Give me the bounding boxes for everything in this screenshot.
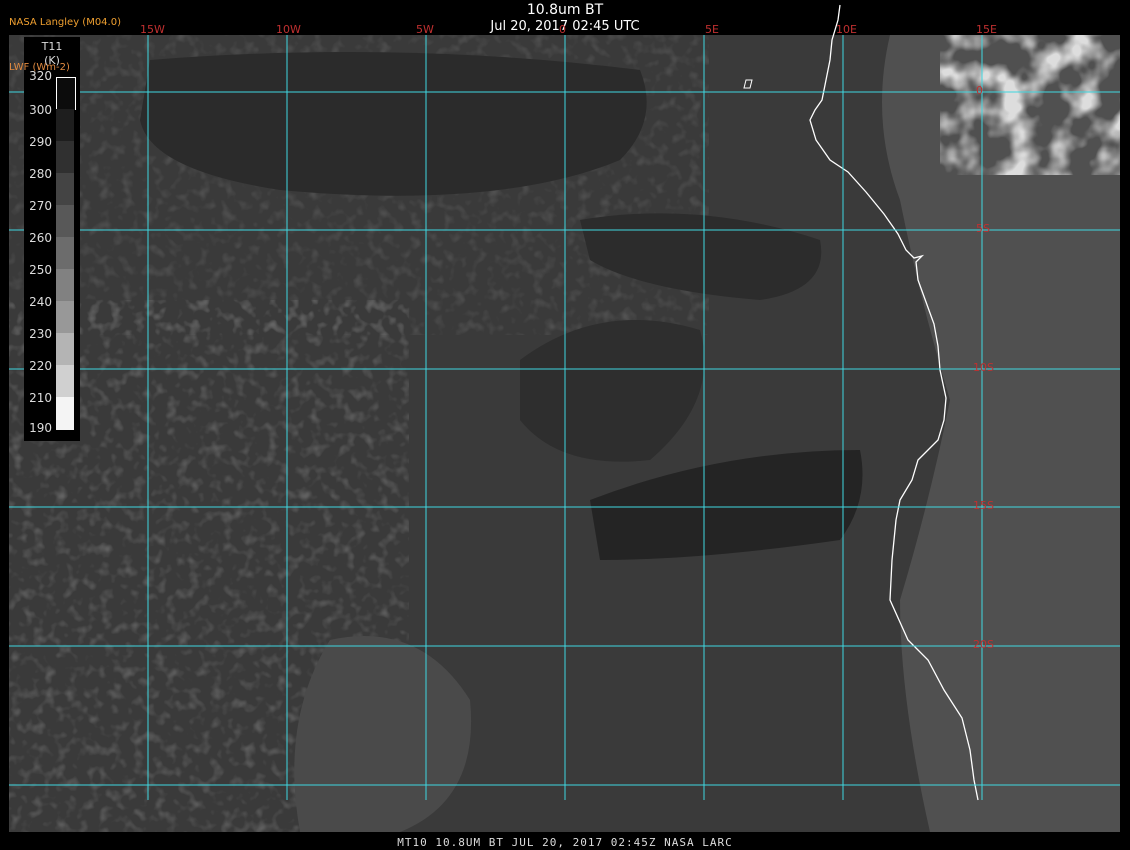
legend-swatch [56,365,74,397]
lat-label-10s: 10S [973,361,994,374]
legend-tick: 250 [29,263,52,277]
lon-label-5w: 5W [416,23,434,36]
legend-tick: 290 [29,135,52,149]
lat-label-15s: 15S [973,499,994,512]
lon-label-10w: 10W [276,23,301,36]
legend-tick: 220 [29,359,52,373]
lon-label-15e: 15E [976,23,997,36]
legend-tick: 240 [29,295,52,309]
legend-swatch [56,333,74,365]
lat-label-0: 0 [976,84,983,97]
legend-swatch [56,301,74,333]
lon-label-5e: 5E [705,23,719,36]
legend-swatch [56,77,76,110]
legend-swatch [56,173,74,205]
legend-tick: 280 [29,167,52,181]
lwf-label: LWF (Wm-2) [9,62,70,73]
footer-caption: MT10 10.8UM BT JUL 20, 2017 02:45Z NASA … [397,836,733,849]
legend-swatch [56,141,74,173]
temperature-legend: T11 (K) 320 300 290 280 270 260 250 240 … [24,37,80,441]
legend-tick: 230 [29,327,52,341]
legend-swatch [56,397,74,430]
legend-tick: 260 [29,231,52,245]
legend-swatch [56,237,74,269]
legend-tick: 300 [29,103,52,117]
legend-title: T11 [41,40,63,53]
legend-swatch [56,205,74,237]
legend-swatch [56,269,74,301]
legend-swatch [56,109,74,141]
lon-label-15w: 15W [140,23,165,36]
lon-label-10e: 10E [836,23,857,36]
lat-label-20s: 20S [973,638,994,651]
legend-tick: 210 [29,391,52,405]
map-overlay [9,4,1120,832]
legend-tick: 190 [29,421,52,435]
legend-tick: 270 [29,199,52,213]
lat-label-5s: 5S [976,222,990,235]
lon-label-0: 0 [559,23,566,36]
satellite-image-viewer: 10.8um BT Jul 20, 2017 02:45 UTC NASA La… [0,0,1130,850]
